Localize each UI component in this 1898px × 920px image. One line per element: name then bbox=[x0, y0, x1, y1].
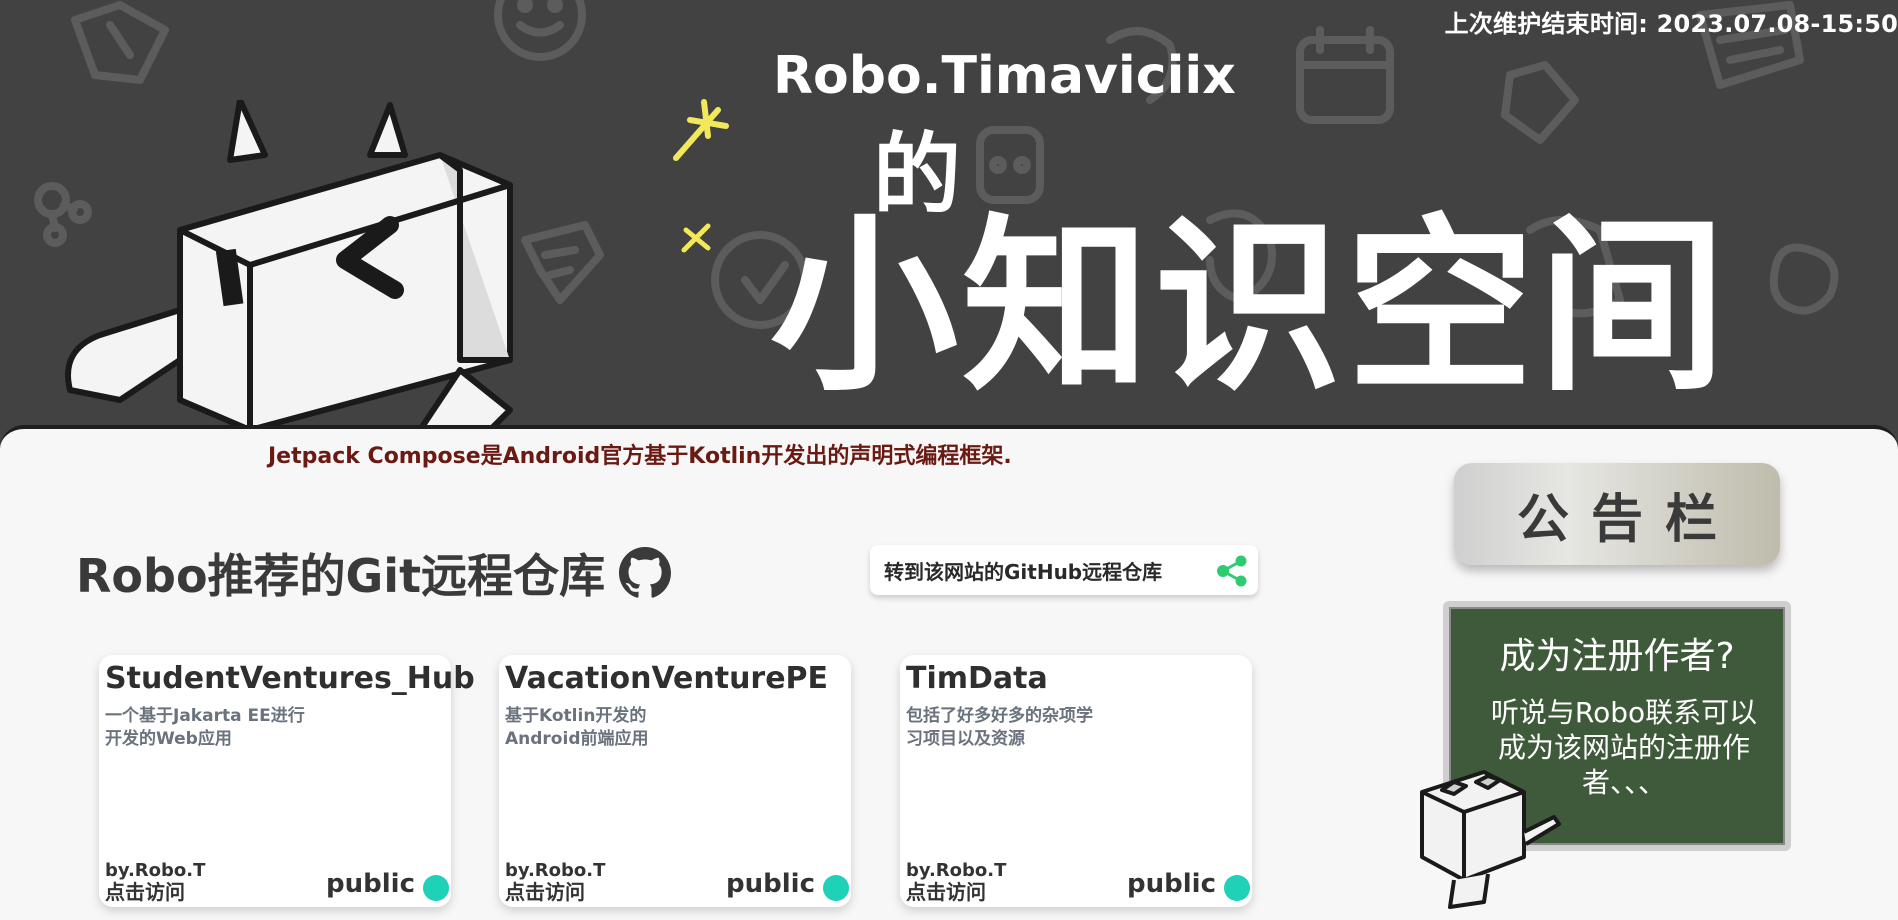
public-status-dot bbox=[1224, 875, 1250, 901]
repo-description: 基于Kotlin开发的Android前端应用 bbox=[505, 706, 649, 749]
public-status-dot bbox=[423, 875, 449, 901]
repos-section-label: Robo推荐的Git远程仓库 bbox=[76, 549, 606, 603]
repos-section-title: Robo推荐的Git远程仓库 bbox=[76, 540, 672, 606]
github-icon[interactable] bbox=[619, 547, 672, 599]
sparkle-icon bbox=[673, 99, 729, 161]
repo-description: 包括了好多好多的杂项学习项目以及资源 bbox=[906, 706, 1093, 749]
maintenance-time: 上次维护结束时间: 2023.07.08-15:50 bbox=[1444, 10, 1898, 38]
repo-visit-link[interactable]: 点击访问 bbox=[105, 876, 185, 905]
robot-mascot bbox=[65, 100, 513, 430]
repo-name: TimData bbox=[906, 661, 1048, 696]
repo-card[interactable]: VacationVenturePE 基于Kotlin开发的Android前端应用… bbox=[499, 655, 851, 907]
robot-small-icon bbox=[1420, 770, 1561, 909]
site-name: Robo.Timaviciix bbox=[773, 46, 1236, 106]
github-repo-link[interactable]: 转到该网站的GitHub远程仓库 bbox=[870, 545, 1258, 595]
hero-banner: 上次维护结束时间: 2023.07.08-15:50 Robo.Timavici… bbox=[0, 0, 1898, 440]
repo-visibility: public bbox=[726, 869, 815, 899]
repo-visibility: public bbox=[1127, 869, 1216, 899]
repo-visibility: public bbox=[326, 869, 415, 899]
public-status-dot bbox=[823, 875, 849, 901]
notice-board-label: 公告栏 bbox=[1516, 489, 1739, 550]
repo-card[interactable]: TimData 包括了好多好多的杂项学习项目以及资源 by.Robo.T 点击访… bbox=[900, 655, 1252, 907]
sparkle-icon bbox=[681, 223, 711, 253]
tagline: Jetpack Compose是Android官方基于Kotlin开发出的声明式… bbox=[268, 444, 1012, 469]
repo-name: VacationVenturePE bbox=[505, 661, 829, 696]
space-title: 小知识空间 bbox=[770, 198, 1730, 417]
repo-name: StudentVentures_Hub bbox=[105, 661, 475, 696]
board-title: 成为注册作者? bbox=[1499, 636, 1735, 677]
share-icon bbox=[1217, 555, 1247, 587]
repo-card[interactable]: StudentVentures_Hub 一个基于Jakarta EE进行开发的W… bbox=[99, 655, 475, 907]
github-repo-link-label: 转到该网站的GitHub远程仓库 bbox=[884, 559, 1163, 584]
repo-visit-link[interactable]: 点击访问 bbox=[505, 876, 585, 905]
notice-board-button[interactable]: 公告栏 bbox=[1454, 463, 1780, 565]
repo-description: 一个基于Jakarta EE进行开发的Web应用 bbox=[105, 706, 305, 749]
repo-visit-link[interactable]: 点击访问 bbox=[906, 876, 986, 905]
